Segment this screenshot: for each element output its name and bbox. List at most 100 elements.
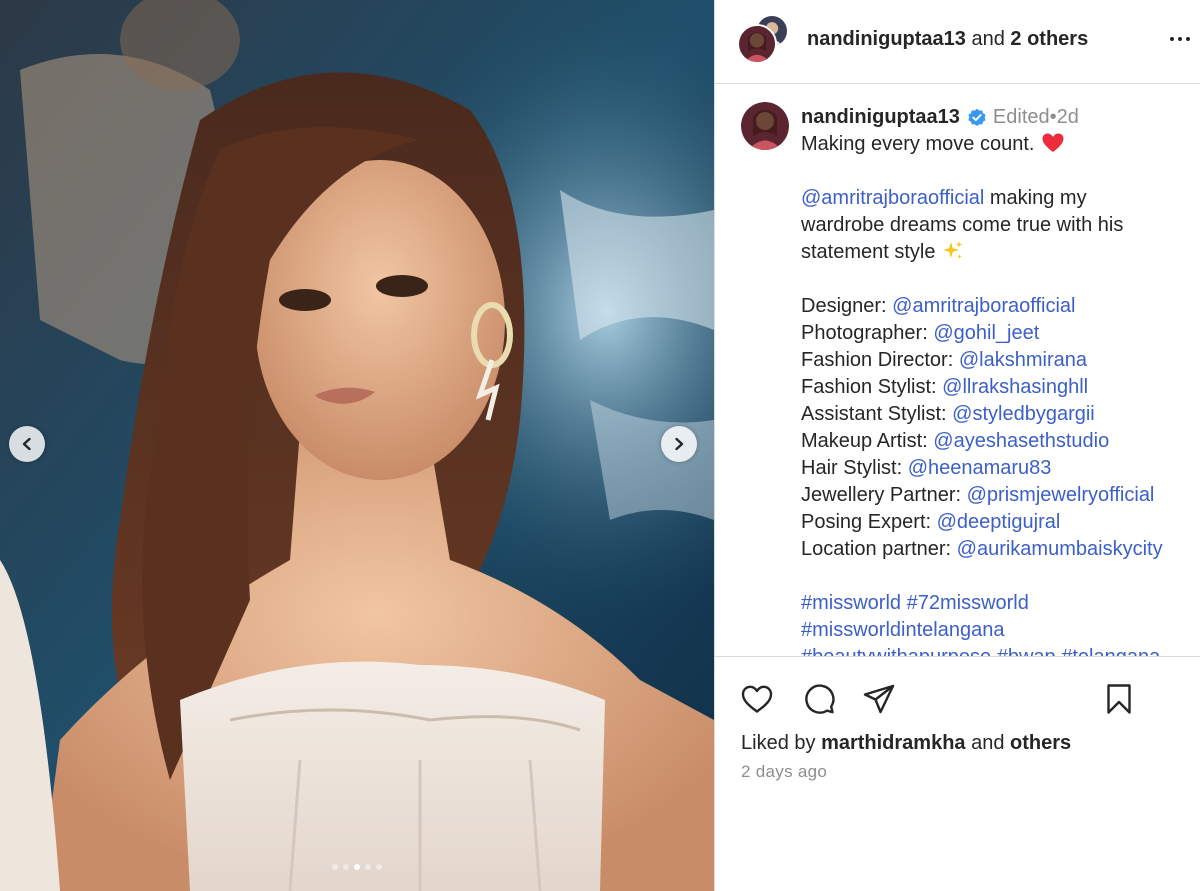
credit-line: Hair Stylist: @heenamaru83 — [801, 455, 1196, 482]
credit-handle-link[interactable]: @lakshmirana — [959, 349, 1087, 371]
hashtag-line: #beautywithapurpose #bwap #telangana — [801, 644, 1196, 656]
paper-plane-icon — [863, 684, 895, 714]
credit-line: Jewellery Partner: @prismjewelryofficial — [801, 482, 1196, 509]
more-options-button[interactable] — [1165, 25, 1195, 53]
credit-handle-link[interactable]: @amritrajboraofficial — [892, 295, 1075, 317]
caption-line: @amritrajboraofficial making my — [801, 185, 1196, 212]
credit-handle-link[interactable]: @deeptigujral — [937, 511, 1061, 533]
credit-handle-link[interactable]: @styledbygargii — [952, 403, 1095, 425]
caption-header: nandiniguptaa13 Edited • 2d — [801, 104, 1196, 131]
more-dot — [1186, 37, 1190, 41]
credit-handle-link[interactable]: @heenamaru83 — [908, 457, 1052, 479]
chevron-right-icon — [675, 437, 684, 451]
caption-text: statement style — [801, 241, 936, 263]
hashtag-link[interactable]: #missworld — [801, 592, 901, 614]
credit-line: Fashion Director: @lakshmirana — [801, 347, 1196, 374]
credits-list: Designer: @amritrajboraofficial Photograp… — [801, 293, 1196, 563]
liked-by-text: Liked by marthidramkha and others — [741, 730, 1071, 756]
caption-body: nandiniguptaa13 Edited • 2d Making every… — [801, 104, 1196, 656]
post-actions: Liked by marthidramkha and others 2 days… — [715, 656, 1200, 891]
hashtag-link[interactable]: #bwap — [997, 646, 1056, 656]
red-heart-icon — [1042, 133, 1064, 153]
caption-line: wardrobe dreams come true with his — [801, 214, 1124, 236]
save-button[interactable] — [1101, 681, 1137, 717]
post-photo — [0, 0, 714, 891]
hashtag-link[interactable]: #missworldintelangana — [801, 619, 1004, 641]
hashtag-link[interactable]: #beautywithapurpose — [801, 646, 991, 656]
post-media[interactable] — [0, 0, 714, 891]
caption-line: Making every move count. — [801, 131, 1196, 158]
credit-label: Posing Expert: — [801, 511, 937, 533]
carousel-dot — [376, 864, 382, 870]
edited-label: Edited — [992, 106, 1050, 128]
carousel-indicator — [0, 864, 714, 870]
header-others-link[interactable]: 2 others — [1010, 28, 1088, 50]
post-age[interactable]: 2d — [1057, 104, 1079, 131]
verified-badge-icon — [967, 108, 987, 128]
credit-line: Photographer: @gohil_jeet — [801, 320, 1196, 347]
header-username[interactable]: nandiniguptaa13 — [807, 28, 966, 50]
carousel-dot — [332, 864, 338, 870]
more-dot — [1178, 37, 1182, 41]
carousel-dot — [365, 864, 371, 870]
like-button[interactable] — [739, 681, 775, 717]
bookmark-icon — [1107, 684, 1131, 714]
caption-author-avatar[interactable] — [741, 102, 789, 150]
credit-label: Location partner: — [801, 538, 957, 560]
hashtag-line: #missworld #72missworld — [801, 590, 1196, 617]
credit-line: Fashion Stylist: @llrakshasinghll — [801, 374, 1196, 401]
credit-line: Designer: @amritrajboraofficial — [801, 293, 1196, 320]
mention-link[interactable]: @amritrajboraofficial — [801, 187, 984, 209]
comment-icon — [805, 684, 835, 714]
sparkles-icon — [942, 240, 964, 262]
hashtag-link[interactable]: #telangana — [1061, 646, 1160, 656]
caption-line: statement style — [801, 239, 1196, 266]
meta-separator: • — [1049, 106, 1057, 128]
collab-avatars[interactable] — [737, 14, 793, 66]
credit-handle-link[interactable]: @prismjewelryofficial — [967, 484, 1155, 506]
credit-handle-link[interactable]: @llrakshasinghll — [942, 376, 1088, 398]
more-dot — [1170, 37, 1174, 41]
credit-line: Posing Expert: @deeptigujral — [801, 509, 1196, 536]
comment-button[interactable] — [801, 681, 837, 717]
caption-first-line: Making every move count. — [801, 133, 1035, 155]
post-timestamp[interactable]: 2 days ago — [741, 761, 827, 783]
caption-section[interactable]: nandiniguptaa13 Edited • 2d Making every… — [715, 84, 1200, 656]
credit-label: Jewellery Partner: — [801, 484, 967, 506]
hashtag-link[interactable]: #72missworld — [907, 592, 1029, 614]
credit-handle-link[interactable]: @aurikamumbaiskycity — [957, 538, 1163, 560]
post-header: nandiniguptaa13 and 2 others — [715, 0, 1200, 84]
credit-handle-link[interactable]: @ayeshasethstudio — [933, 430, 1109, 452]
liked-by-and: and — [965, 732, 1011, 754]
credit-line: Makeup Artist: @ayeshasethstudio — [801, 428, 1196, 455]
credit-label: Fashion Stylist: — [801, 376, 943, 398]
credit-label: Makeup Artist: — [801, 430, 934, 452]
share-button[interactable] — [861, 681, 897, 717]
liked-by-user-link[interactable]: marthidramkha — [821, 732, 966, 754]
next-photo-button[interactable] — [661, 426, 697, 462]
credit-line: Assistant Stylist: @styledbygargii — [801, 401, 1196, 428]
caption-text: making my — [984, 187, 1087, 209]
liked-by-prefix: Liked by — [741, 732, 822, 754]
credit-handle-link[interactable]: @gohil_jeet — [933, 322, 1039, 344]
chevron-left-icon — [22, 437, 31, 451]
liked-by-others-link[interactable]: others — [1010, 732, 1071, 754]
caption-username[interactable]: nandiniguptaa13 — [801, 104, 960, 131]
carousel-dot — [354, 864, 360, 870]
credit-label: Fashion Director: — [801, 349, 959, 371]
credit-label: Photographer: — [801, 322, 934, 344]
header-and-text: and — [965, 28, 1011, 50]
carousel-dot — [343, 864, 349, 870]
hashtag-line: #missworldintelangana — [801, 617, 1196, 644]
post-details-panel: nandiniguptaa13 and 2 others nandinigupt… — [714, 0, 1200, 891]
credit-label: Hair Stylist: — [801, 457, 908, 479]
previous-photo-button[interactable] — [9, 426, 45, 462]
post-author-header: nandiniguptaa13 and 2 others — [807, 27, 1088, 51]
heart-icon — [741, 685, 773, 713]
author-avatar[interactable] — [737, 24, 777, 64]
credit-line: Location partner: @aurikamumbaiskycity — [801, 536, 1196, 563]
credit-label: Designer: — [801, 295, 893, 317]
